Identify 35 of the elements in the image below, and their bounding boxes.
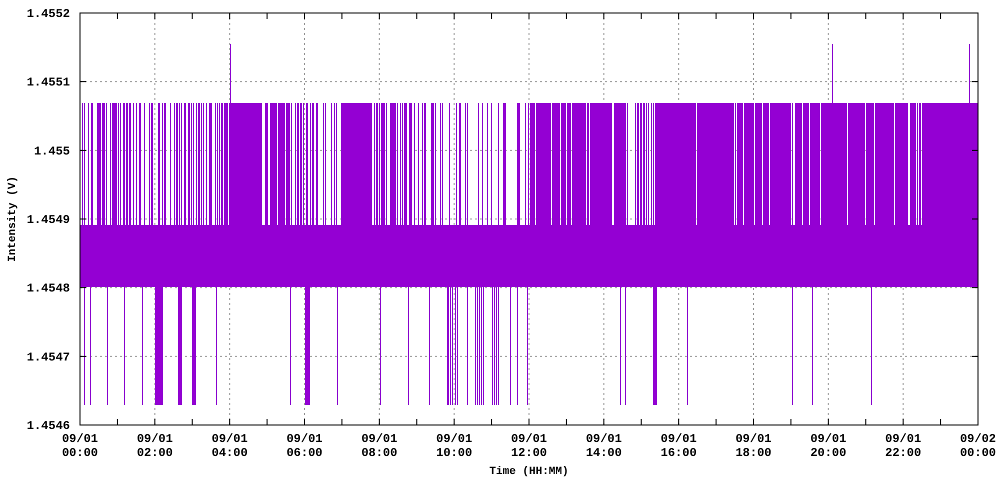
x-tick-time: 16:00 xyxy=(660,446,697,460)
x-tick-time: 14:00 xyxy=(586,446,622,460)
x-tick-date: 09/01 xyxy=(212,432,248,446)
x-tick-date: 09/01 xyxy=(511,432,547,446)
x-tick-time: 00:00 xyxy=(62,446,98,460)
x-tick-time: 04:00 xyxy=(212,446,248,460)
x-tick-date: 09/01 xyxy=(136,432,173,446)
x-tick-time: 10:00 xyxy=(436,446,472,460)
x-tick-date: 09/01 xyxy=(586,432,622,446)
x-tick-time: 08:00 xyxy=(361,446,398,460)
x-tick-date: 09/01 xyxy=(736,432,772,446)
x-tick-date: 09/01 xyxy=(62,432,98,446)
x-tick-time: 20:00 xyxy=(810,446,846,460)
y-tick-label: 1.4552 xyxy=(26,7,70,21)
x-tick-time: 06:00 xyxy=(286,446,322,460)
x-tick-time: 18:00 xyxy=(736,446,772,460)
x-tick-date: 09/01 xyxy=(361,432,398,446)
x-tick-date: 09/02 xyxy=(960,432,996,446)
y-tick-label: 1.4547 xyxy=(26,350,70,364)
x-tick-time: 02:00 xyxy=(136,446,173,460)
y-tick-label: 1.4548 xyxy=(26,282,70,296)
x-axis-title: Time (HH:MM) xyxy=(489,466,569,478)
y-tick-label: 1.4549 xyxy=(26,213,70,227)
x-tick-date: 09/01 xyxy=(885,432,922,446)
y-tick-label: 1.4551 xyxy=(26,76,70,90)
y-tick-label: 1.4546 xyxy=(26,419,70,433)
y-axis-title: Intensity (V) xyxy=(7,176,19,262)
x-tick-time: 00:00 xyxy=(960,446,996,460)
x-tick-time: 12:00 xyxy=(511,446,547,460)
x-tick-date: 09/01 xyxy=(286,432,322,446)
x-tick-date: 09/01 xyxy=(660,432,697,446)
x-tick-time: 22:00 xyxy=(885,446,922,460)
x-tick-date: 09/01 xyxy=(810,432,846,446)
y-tick-label: 1.455 xyxy=(34,144,70,158)
x-tick-date: 09/01 xyxy=(436,432,472,446)
